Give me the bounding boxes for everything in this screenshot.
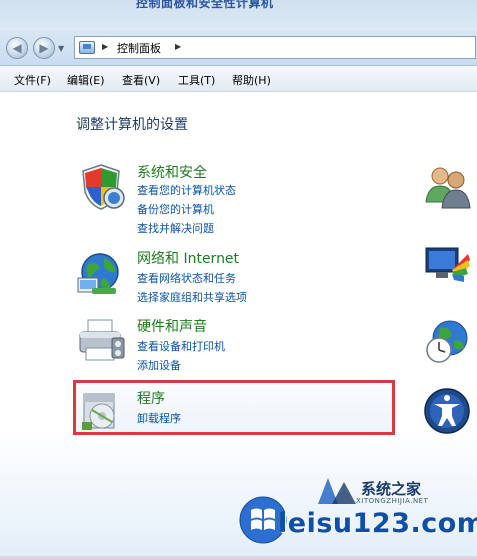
category-system-security: 系统和安全 查看您的计算机状态 备份您的计算机 查找并解决问题 xyxy=(76,162,406,242)
printer-icon[interactable] xyxy=(76,316,126,366)
appearance-monitor-icon[interactable] xyxy=(422,240,472,290)
content-area: 调整计算机的设置 系统和安全 查看您的计算机状态 备份您的计算机 查找并解决问题… xyxy=(0,92,477,559)
window-title-cutoff: 控制面板和安全性计算机 xyxy=(136,0,274,10)
arrow-right-icon: ▶ xyxy=(39,41,49,55)
link-uninstall-program[interactable]: 卸载程序 xyxy=(137,410,181,426)
arrow-left-icon: ◀ xyxy=(12,41,22,55)
link-troubleshoot[interactable]: 查找并解决问题 xyxy=(137,220,214,236)
back-button[interactable]: ◀ xyxy=(6,37,28,59)
control-panel-icon xyxy=(79,41,95,54)
recent-pages-dropdown-icon[interactable]: ▼ xyxy=(58,44,64,53)
menu-help[interactable]: 帮助(H) xyxy=(232,72,271,88)
security-shield-icon[interactable] xyxy=(76,162,126,212)
category-title-network-internet[interactable]: 网络和 Internet xyxy=(137,248,239,268)
watermark-site: leisu123.com xyxy=(278,508,477,539)
ease-of-access-icon[interactable] xyxy=(422,386,472,436)
menu-tools[interactable]: 工具(T) xyxy=(178,72,215,88)
link-backup-computer[interactable]: 备份您的计算机 xyxy=(137,201,214,217)
user-accounts-icon[interactable] xyxy=(422,162,472,212)
breadcrumb-control-panel[interactable]: 控制面板 xyxy=(117,40,161,56)
network-globe-icon[interactable] xyxy=(76,248,126,298)
watermark-brand-sub: XITONGZHIJIA.NET xyxy=(356,497,429,505)
menu-view[interactable]: 查看(V) xyxy=(122,72,160,88)
address-bar[interactable]: ▶ 控制面板 ▶ xyxy=(74,36,476,59)
menu-bar: 文件(F) 编辑(E) 查看(V) 工具(T) 帮助(H) xyxy=(0,66,477,92)
menu-file[interactable]: 文件(F) xyxy=(14,72,51,88)
clock-globe-icon[interactable] xyxy=(422,316,472,366)
breadcrumb-chevron-icon[interactable]: ▶ xyxy=(175,42,181,51)
category-hardware-sound: 硬件和声音 查看设备和打印机 添加设备 xyxy=(76,316,406,376)
category-programs: 程序 卸载程序 xyxy=(76,386,406,430)
programs-disc-icon[interactable] xyxy=(76,384,126,434)
link-add-device[interactable]: 添加设备 xyxy=(137,357,181,373)
page-title: 调整计算机的设置 xyxy=(76,117,188,133)
watermark-logo-icon xyxy=(318,478,356,504)
category-title-programs[interactable]: 程序 xyxy=(137,388,165,408)
category-network-internet: 网络和 Internet 查看网络状态和任务 选择家庭组和共享选项 xyxy=(76,248,406,308)
watermark-brand: 系统之家 xyxy=(361,480,422,498)
forward-button[interactable]: ▶ xyxy=(33,37,55,59)
link-homegroup-sharing[interactable]: 选择家庭组和共享选项 xyxy=(137,289,247,305)
link-view-computer-status[interactable]: 查看您的计算机状态 xyxy=(137,182,236,198)
link-devices-printers[interactable]: 查看设备和打印机 xyxy=(137,338,225,354)
title-strip: 控制面板和安全性计算机 xyxy=(0,0,477,30)
link-view-network-status[interactable]: 查看网络状态和任务 xyxy=(137,270,236,286)
category-title-hardware-sound[interactable]: 硬件和声音 xyxy=(137,316,207,336)
breadcrumb-chevron-icon[interactable]: ▶ xyxy=(102,42,108,51)
navigation-bar: ◀ ▶ ▼ ▶ 控制面板 ▶ xyxy=(0,30,477,66)
category-title-system-security[interactable]: 系统和安全 xyxy=(137,162,207,182)
menu-edit[interactable]: 编辑(E) xyxy=(67,72,105,88)
